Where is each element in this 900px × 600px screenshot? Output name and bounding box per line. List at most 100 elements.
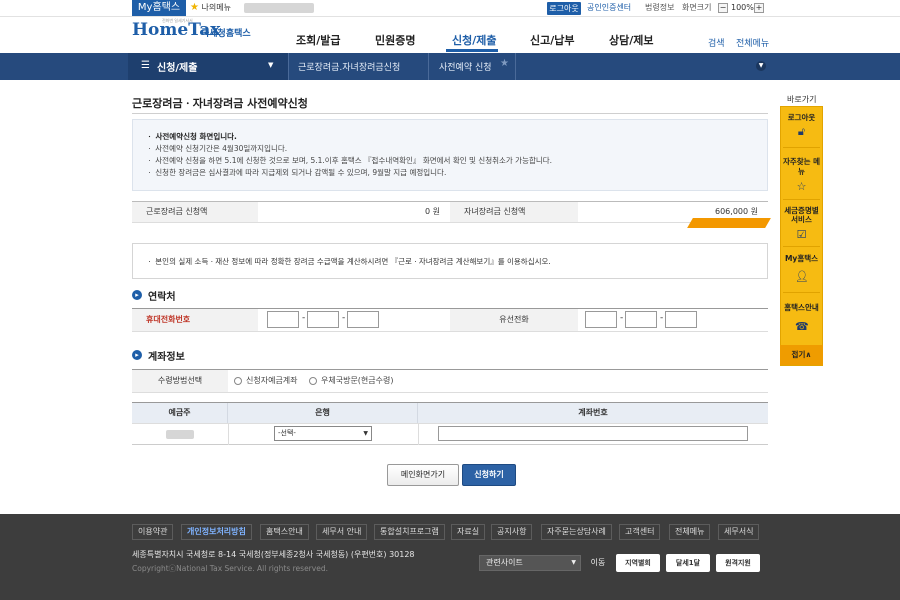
quick-divider	[783, 246, 820, 247]
landline-label: 유선전화	[450, 309, 578, 331]
footer-faq[interactable]: 자주묻는상담사례	[541, 524, 612, 540]
my-menu-label: 나의메뉴	[201, 3, 231, 12]
footer-customer-center[interactable]: 고객센터	[619, 524, 661, 540]
landline-part1-input[interactable]	[585, 311, 617, 328]
guide-icon: ☎︎	[795, 320, 809, 333]
footer-address: 세종특별자치시 국세청로 8-14 국세청(정부세종2청사 국세청동) (우편번…	[132, 550, 415, 559]
footer-banner-2[interactable]: 달세1달	[666, 554, 710, 572]
footer-terms[interactable]: 이용약관	[132, 524, 174, 540]
breadcrumb-eitc[interactable]: 근로장려금.자녀장려금신청	[298, 60, 400, 73]
footer-taxoffice[interactable]: 세무서 안내	[316, 524, 368, 540]
table-divider	[228, 424, 229, 445]
account-number-input[interactable]	[438, 426, 748, 441]
dash-separator: -	[660, 313, 664, 323]
zoom-label: 화면크기	[682, 3, 712, 12]
location-divider	[428, 53, 429, 80]
footer-library[interactable]: 자료실	[451, 524, 486, 540]
eitc-amount-value: 0 원	[425, 207, 440, 216]
go-button[interactable]: 이동	[585, 555, 611, 571]
gnb-consult[interactable]: 상담/제보	[609, 32, 654, 48]
related-sites-select[interactable]: 관련사이트 ▼	[479, 555, 581, 571]
all-menu-link[interactable]: 전체메뉴	[736, 36, 769, 49]
footer-hometax-guide[interactable]: 홈택스안내	[260, 524, 309, 540]
hometax-logo[interactable]: 전화번 일세기서서 HomeTax 국세청홈택스	[132, 18, 252, 48]
quick-divider	[783, 199, 820, 200]
radio-own-account[interactable]	[234, 377, 242, 385]
quick-hometax-guide[interactable]: 홈택스안내	[782, 302, 821, 313]
bank-select[interactable]: -선택- ▼	[274, 426, 372, 441]
page-title: 근로장려금ㆍ자녀장려금 사전예약신청	[132, 97, 308, 110]
quick-favorite-menu[interactable]: 자주찾는 메뉴	[782, 157, 821, 177]
contact-section-title: 연락처	[148, 292, 176, 303]
eitc-amount-label: 근로장려금 신청액	[132, 202, 258, 222]
footer-all-menu[interactable]: 전체메뉴	[669, 524, 711, 540]
gnb-filing[interactable]: 신고/납부	[530, 32, 575, 48]
mobile-part3-input[interactable]	[347, 311, 379, 328]
radio-post-office-label[interactable]: 우체국방문(현금수령)	[321, 375, 393, 386]
menu-icon[interactable]: ☰	[141, 60, 150, 71]
my-hometax-button[interactable]: My홈택스	[132, 0, 186, 16]
footer-notice[interactable]: 공지사항	[491, 524, 533, 540]
gnb-certificates[interactable]: 민원증명	[375, 32, 415, 48]
mobile-label: 휴대전화번호	[132, 309, 258, 331]
quick-logout[interactable]: 로그아웃	[782, 112, 821, 123]
bank-select-value: -선택-	[278, 429, 296, 437]
landline-part2-input[interactable]	[625, 311, 657, 328]
highlight-marker	[687, 218, 771, 228]
law-info-link[interactable]: 법령정보	[645, 0, 674, 16]
account-section-title: 계좌정보	[148, 352, 185, 363]
mobile-part1-input[interactable]	[267, 311, 299, 328]
zoom-out-button[interactable]: −	[718, 3, 728, 13]
footer-tax-forms[interactable]: 세무서식	[718, 524, 760, 540]
location-divider	[515, 53, 516, 80]
title-divider	[132, 113, 768, 114]
search-link[interactable]: 검색	[708, 36, 725, 49]
breadcrumb-reservation[interactable]: 사전예약 신청	[439, 60, 492, 73]
zoom-in-button[interactable]: +	[754, 3, 764, 13]
user-info-redacted	[244, 3, 314, 13]
gnb-inquiry[interactable]: 조회/발급	[296, 32, 341, 48]
caret-down-icon[interactable]: ▼	[268, 61, 273, 69]
checkbox-icon: ☑	[796, 228, 807, 241]
star-icon: ☆	[796, 180, 807, 193]
footer-privacy[interactable]: 개인정보처리방침	[181, 524, 252, 540]
footer-banner-1[interactable]: 지역별회	[616, 554, 660, 572]
star-icon: ★	[190, 2, 199, 13]
dash-separator: -	[302, 313, 306, 323]
radio-post-office[interactable]	[309, 377, 317, 385]
quick-divider	[783, 147, 820, 148]
footer-copyright: CopyrightⓒNational Tax Service. All righ…	[132, 564, 328, 573]
logout-button[interactable]: 로그아웃	[547, 2, 581, 15]
dropdown-arrow-icon: ▼	[363, 430, 368, 437]
quick-tax-cert-service[interactable]: 세금증명별 서비스	[782, 206, 821, 224]
dash-separator: -	[342, 313, 346, 323]
location-menu-title[interactable]: 신청/제출	[157, 59, 197, 74]
quick-bar-collapse[interactable]: 접기∧	[780, 345, 823, 365]
apply-button[interactable]: 신청하기	[462, 464, 516, 486]
gnb-application[interactable]: 신청/제출	[452, 32, 497, 48]
location-divider	[288, 53, 289, 80]
radio-own-account-label[interactable]: 신청자예금계좌	[246, 375, 298, 386]
chevron-down-icon[interactable]: ▼	[756, 61, 766, 71]
calc-notice-text: ㆍ 본인의 실제 소득ㆍ재산 정보에 따라 정확한 장려금 수급액을 계산하시려…	[146, 257, 551, 266]
col-holder-header: 예금주	[132, 403, 228, 423]
mobile-part2-input[interactable]	[307, 311, 339, 328]
cert-center-link[interactable]: 공인인증센터	[587, 0, 631, 16]
notice-line: ㆍ 사전예약신청 화면입니다.	[146, 132, 237, 141]
quick-bar-label: 바로가기	[787, 95, 817, 104]
favorite-star-icon[interactable]: ★	[500, 58, 509, 69]
my-menu-link[interactable]: ★ 나의메뉴	[190, 0, 231, 16]
receive-method-label: 수령방법선택	[132, 370, 228, 392]
col-account-header: 계좌번호	[418, 403, 768, 423]
remote-support-banner[interactable]: 원격지원	[716, 554, 760, 572]
notice-line: ㆍ 사전예약 신청기간은 4월30일까지입니다.	[146, 144, 288, 153]
footer-installer[interactable]: 통합설치프로그램	[374, 524, 445, 540]
dropdown-arrow-icon: ▼	[571, 559, 576, 566]
quick-my-hometax[interactable]: My홈택스	[782, 253, 821, 264]
go-main-button[interactable]: 메인화면가기	[387, 464, 459, 486]
notice-line: ㆍ 사전예약 신청을 하면 5.1에 신청한 것으로 보며, 5.1.이후 홈택…	[146, 156, 553, 165]
landline-part3-input[interactable]	[665, 311, 697, 328]
zoom-value: 100%	[731, 3, 754, 12]
ctc-amount-label: 자녀장려금 신청액	[450, 202, 578, 222]
logo-text: 국세청홈택스	[201, 29, 251, 39]
